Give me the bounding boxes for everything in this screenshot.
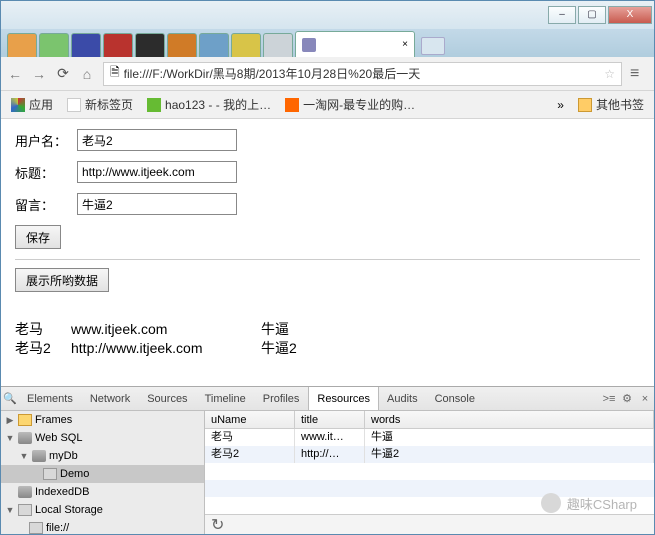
tab-close-icon[interactable]: × <box>402 39 408 50</box>
other-bookmarks[interactable]: 其他书签 <box>578 96 644 113</box>
browser-tab[interactable] <box>71 33 101 57</box>
browser-tab-active[interactable]: × <box>295 31 415 57</box>
devtools-search-icon[interactable]: 🔍 <box>1 392 19 405</box>
save-button[interactable]: 保存 <box>15 225 61 249</box>
username-label: 用户名： <box>15 131 77 150</box>
devtools-tab-sources[interactable]: Sources <box>139 387 196 410</box>
console-drawer-icon[interactable]: >≡ <box>600 393 618 405</box>
tree-localstorage[interactable]: ▼Local Storage <box>1 501 204 519</box>
table-row[interactable]: 老马2http://…牛逼2 <box>205 446 654 463</box>
close-button[interactable]: X <box>608 6 652 24</box>
browser-tab[interactable] <box>231 33 261 57</box>
devtools-tab-resources[interactable]: Resources <box>308 387 379 410</box>
menu-button[interactable]: ≡ <box>630 65 648 83</box>
result-listing: 老马www.itjeek.com牛逼 老马2http://www.itjeek.… <box>15 302 640 376</box>
tree-indexeddb[interactable]: IndexedDB <box>1 483 204 501</box>
browser-tab[interactable] <box>7 33 37 57</box>
forward-button[interactable]: → <box>31 66 47 82</box>
home-button[interactable]: ⌂ <box>79 66 95 82</box>
reload-button[interactable]: ⟳ <box>55 66 71 82</box>
browser-tabstrip: × <box>1 29 654 57</box>
browser-tab[interactable] <box>135 33 165 57</box>
star-icon[interactable]: ☆ <box>604 67 615 81</box>
table-row[interactable]: 老马www.it…牛逼 <box>205 429 654 446</box>
browser-tab[interactable] <box>167 33 197 57</box>
devtools-tab-console[interactable]: Console <box>427 387 484 410</box>
col-title[interactable]: title <box>295 411 365 428</box>
url-field[interactable]: 🗎 file:///F:/WorkDir/黑马8期/2013年10月28日%20… <box>103 62 622 86</box>
address-bar: ← → ⟳ ⌂ 🗎 file:///F:/WorkDir/黑马8期/2013年1… <box>1 57 654 91</box>
tree-frames[interactable]: ▶Frames <box>1 411 204 429</box>
favicon-icon <box>302 38 316 52</box>
doc-icon: 🗎 <box>110 63 120 84</box>
divider <box>15 259 640 260</box>
resources-table: uName title words 老马www.it…牛逼 老马2http://… <box>205 411 654 534</box>
devtools-panel: 🔍 Elements Network Sources Timeline Prof… <box>1 386 654 534</box>
tree-table-demo[interactable]: Demo <box>1 465 204 483</box>
devtools-statusbar: ↻ <box>205 514 654 534</box>
title-input[interactable] <box>77 161 237 183</box>
page-content: 用户名： 标题： 留言： 保存 展示所哟数据 老马www.itjeek.com牛… <box>1 119 654 386</box>
username-input[interactable] <box>77 129 237 151</box>
tree-db[interactable]: ▼myDb <box>1 447 204 465</box>
new-tab-button[interactable] <box>421 37 445 55</box>
bookmark-item[interactable]: 一淘网-最专业的购… <box>285 96 415 113</box>
message-label: 留言： <box>15 195 77 214</box>
back-button[interactable]: ← <box>7 66 23 82</box>
devtools-tab-audits[interactable]: Audits <box>379 387 427 410</box>
gear-icon[interactable]: ⚙ <box>618 392 636 405</box>
tree-ls-origin[interactable]: file:// <box>1 519 204 534</box>
browser-tab[interactable] <box>199 33 229 57</box>
browser-tab[interactable] <box>39 33 69 57</box>
maximize-button[interactable]: ▢ <box>578 6 606 24</box>
devtools-close-icon[interactable]: × <box>636 393 654 405</box>
devtools-tab-elements[interactable]: Elements <box>19 387 82 410</box>
apps-button[interactable]: 应用 <box>11 96 53 113</box>
message-input[interactable] <box>77 193 237 215</box>
col-words[interactable]: words <box>365 411 654 428</box>
bookmarks-bar: 应用 新标签页 hao123 - - 我的上… 一淘网-最专业的购… » 其他书… <box>1 91 654 119</box>
refresh-icon[interactable]: ↻ <box>211 515 224 535</box>
bookmark-item[interactable]: 新标签页 <box>67 96 133 113</box>
devtools-tab-timeline[interactable]: Timeline <box>197 387 255 410</box>
devtools-tab-network[interactable]: Network <box>82 387 139 410</box>
window-titlebar: – ▢ X <box>1 1 654 29</box>
browser-tab[interactable] <box>263 33 293 57</box>
bookmarks-more[interactable]: » <box>557 98 564 112</box>
devtools-tab-profiles[interactable]: Profiles <box>255 387 309 410</box>
bookmark-item[interactable]: hao123 - - 我的上… <box>147 96 271 113</box>
col-uname[interactable]: uName <box>205 411 295 428</box>
url-text: file:///F:/WorkDir/黑马8期/2013年10月28日%20最后… <box>124 65 601 82</box>
title-label: 标题： <box>15 163 77 182</box>
minimize-button[interactable]: – <box>548 6 576 24</box>
resources-tree: ▶Frames ▼Web SQL ▼myDb Demo IndexedDB ▼L… <box>1 411 205 534</box>
browser-tab[interactable] <box>103 33 133 57</box>
tree-websql[interactable]: ▼Web SQL <box>1 429 204 447</box>
show-all-button[interactable]: 展示所哟数据 <box>15 268 109 292</box>
